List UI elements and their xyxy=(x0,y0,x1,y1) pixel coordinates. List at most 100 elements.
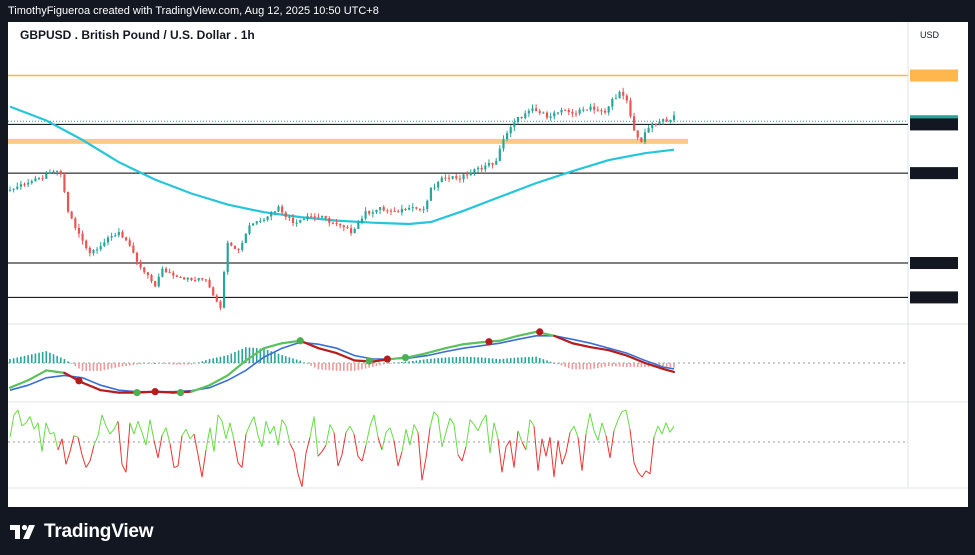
macd-histogram-bar xyxy=(629,363,632,367)
candle-body xyxy=(85,240,88,248)
osc-line-segment xyxy=(217,414,223,422)
osc-line-segment xyxy=(13,409,19,416)
macd-histogram-bar xyxy=(172,363,175,365)
candle-body xyxy=(451,176,454,179)
macd-histogram-bar xyxy=(157,363,160,364)
osc-line-segment xyxy=(133,421,139,435)
macd-histogram-bar xyxy=(419,359,421,363)
macd-histogram-bar xyxy=(484,357,487,363)
candle-body xyxy=(672,115,676,120)
osc-line-segment xyxy=(237,462,243,468)
osc-line-segment xyxy=(449,417,455,425)
tv-logo-icon xyxy=(10,524,35,539)
candle-body xyxy=(63,174,66,192)
macd-line-segment xyxy=(571,342,592,349)
candle-body xyxy=(19,184,22,187)
macd-histogram-bar xyxy=(451,357,454,363)
osc-line-segment xyxy=(169,443,175,468)
osc-line-segment xyxy=(293,451,299,475)
macd-histogram-bar xyxy=(488,358,490,363)
candle-body xyxy=(375,209,378,213)
candle-body xyxy=(339,223,342,226)
osc-line-segment xyxy=(385,427,391,433)
macd-histogram-bar xyxy=(154,363,156,364)
osc-line-segment xyxy=(265,421,271,435)
macd-histogram-bar xyxy=(317,363,320,370)
macd-cross-marker xyxy=(485,338,493,346)
osc-line-segment xyxy=(465,419,471,447)
candle-body xyxy=(161,268,164,277)
osc-line-segment xyxy=(173,465,179,469)
macd-histogram-bar xyxy=(411,360,414,363)
candle-body xyxy=(70,211,73,219)
osc-line-segment xyxy=(613,419,619,431)
candle-body xyxy=(487,162,491,166)
macd-histogram-bar xyxy=(16,357,19,363)
macd-histogram-bar xyxy=(626,363,628,367)
chart-area[interactable]: GBPUSD . British Pound / U.S. Dollar . 1… xyxy=(8,22,968,507)
osc-line-segment xyxy=(377,437,383,451)
osc-line-segment xyxy=(477,421,483,432)
chart-svg[interactable]: GBPUSD . British Pound / U.S. Dollar . 1… xyxy=(8,22,968,507)
osc-line-segment xyxy=(625,409,631,430)
macd-histogram-bar xyxy=(567,363,570,369)
osc-line-segment xyxy=(441,432,447,447)
candle-body xyxy=(596,109,599,111)
macd-histogram-bar xyxy=(665,363,668,367)
osc-line-segment xyxy=(425,427,431,459)
candle-body xyxy=(473,169,476,173)
chart-title: GBPUSD . British Pound / U.S. Dollar . 1… xyxy=(20,28,255,42)
osc-line-segment xyxy=(89,445,95,462)
osc-line-segment xyxy=(541,438,547,457)
candle-body xyxy=(30,181,33,183)
candle-body xyxy=(611,98,614,107)
candle-body xyxy=(360,218,364,223)
candle-body xyxy=(466,174,469,176)
candle-body xyxy=(262,219,266,221)
candle-body xyxy=(506,133,509,140)
credit-bar: TimothyFigueroa created with TradingView… xyxy=(0,0,975,22)
candle-body xyxy=(135,252,139,262)
osc-line-segment xyxy=(353,433,359,457)
osc-line-segment xyxy=(661,422,667,435)
macd-histogram-bar xyxy=(114,363,117,368)
candle-body xyxy=(237,248,240,251)
macd-histogram-bar xyxy=(382,363,385,365)
candle-body xyxy=(647,128,650,133)
macd-histogram-bar xyxy=(67,361,69,363)
macd-cross-marker xyxy=(133,389,141,397)
macd-histogram-bar xyxy=(125,363,127,367)
candle-body xyxy=(368,211,371,214)
macd-histogram-bar xyxy=(582,363,585,370)
candle-body xyxy=(320,216,324,218)
macd-histogram-bar xyxy=(201,361,204,363)
candle-body xyxy=(495,160,498,165)
candle-body xyxy=(335,222,338,224)
osc-line-segment xyxy=(473,424,479,432)
osc-line-segment xyxy=(421,457,427,481)
osc-line-segment xyxy=(593,430,599,441)
osc-line-segment xyxy=(605,435,611,459)
osc-line-segment xyxy=(505,440,511,448)
macd-histogram-bar xyxy=(564,363,566,367)
macd-histogram-bar xyxy=(284,356,287,363)
macd-histogram-bar xyxy=(506,358,508,363)
osc-line-segment xyxy=(21,422,27,427)
candle-body xyxy=(45,173,48,179)
macd-histogram-bar xyxy=(473,357,476,363)
tradingview-logo[interactable]: TradingView xyxy=(10,521,154,543)
osc-line-segment xyxy=(617,411,623,420)
macd-histogram-bar xyxy=(241,348,244,363)
macd-histogram-bar xyxy=(118,363,120,367)
osc-line-segment xyxy=(137,421,143,433)
osc-line-segment xyxy=(269,425,275,435)
macd-histogram-bar xyxy=(343,363,345,371)
osc-line-segment xyxy=(405,429,411,446)
osc-line-segment xyxy=(297,473,303,487)
macd-cross-marker xyxy=(151,388,159,396)
macd-histogram-bar xyxy=(364,363,367,369)
candle-body xyxy=(574,113,578,115)
macd-histogram-bar xyxy=(430,358,432,363)
macd-histogram-bar xyxy=(299,360,302,363)
candle-body xyxy=(48,172,52,174)
